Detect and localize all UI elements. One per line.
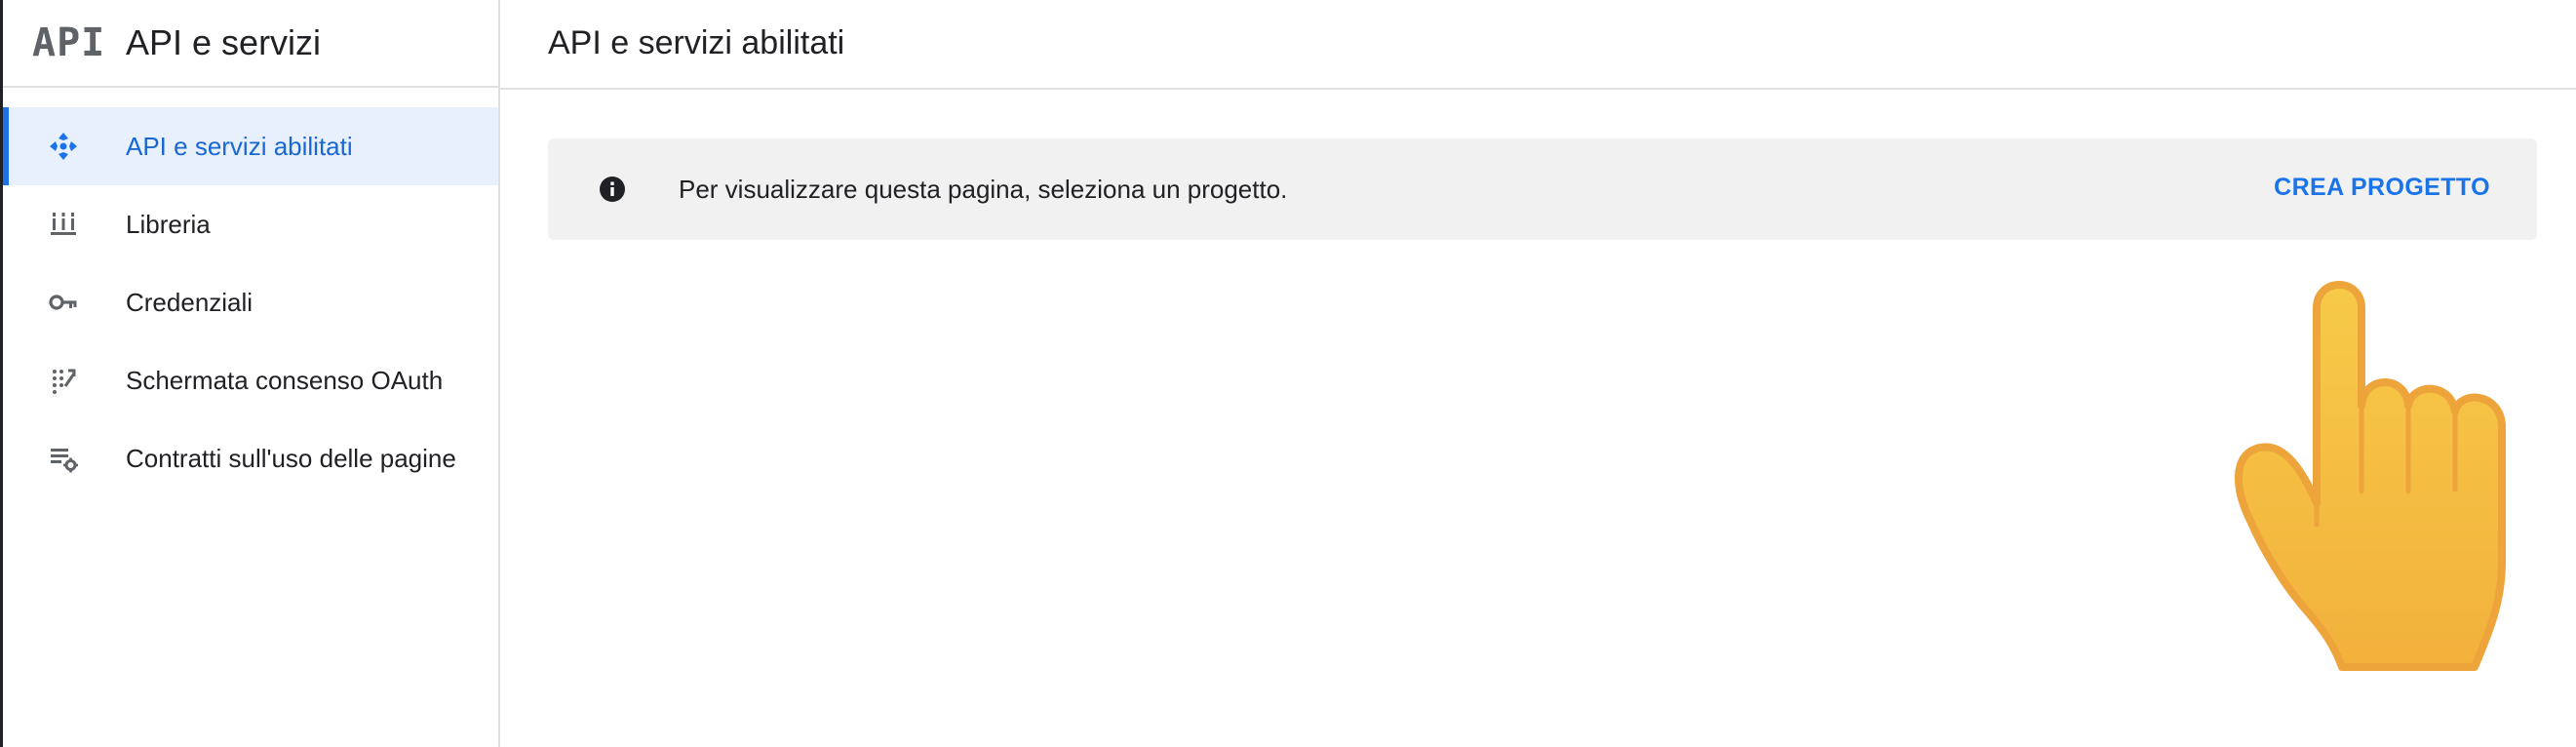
sidebar-item-oauth-consent[interactable]: Schermata consenso OAuth [3,341,498,419]
create-project-button[interactable]: CREA PROGETTO [2274,170,2490,205]
main-header: API e servizi abilitati [500,0,2576,90]
sidebar-item-label: Credenziali [126,288,254,317]
pointing-hand-icon [2215,269,2539,679]
oauth-consent-icon [48,365,79,396]
sidebar-item-label: Contratti sull'uso delle pagine [126,444,456,473]
sidebar: API API e servizi API e servizi abilitat… [3,0,500,747]
sidebar-header: API API e servizi [3,0,498,88]
api-diamond-icon [48,131,79,162]
sidebar-item-label: Libreria [126,210,211,239]
sidebar-item-credentials[interactable]: Credenziali [3,263,498,341]
sidebar-item-page-usage-agreements[interactable]: Contratti sull'uso delle pagine [3,419,498,497]
page-title: API e servizi abilitati [548,24,845,61]
page-usage-agreements-icon [48,443,79,474]
key-icon [48,287,79,318]
sidebar-item-library[interactable]: Libreria [3,185,498,263]
api-logo: API [32,20,106,65]
sidebar-item-label: Schermata consenso OAuth [126,366,444,395]
screen: API API e servizi API e servizi abilitat… [0,0,2576,747]
library-icon [48,209,79,240]
banner-message: Per visualizzare questa pagina, selezion… [679,175,1288,204]
sidebar-item-label: API e servizi abilitati [126,132,353,161]
select-project-banner: Per visualizzare questa pagina, selezion… [548,138,2537,240]
product-title: API e servizi [126,22,322,62]
sidebar-nav: API e servizi abilitati Libreria Credenz… [3,107,498,497]
info-icon [599,176,626,203]
sidebar-item-enabled-apis[interactable]: API e servizi abilitati [3,107,498,185]
